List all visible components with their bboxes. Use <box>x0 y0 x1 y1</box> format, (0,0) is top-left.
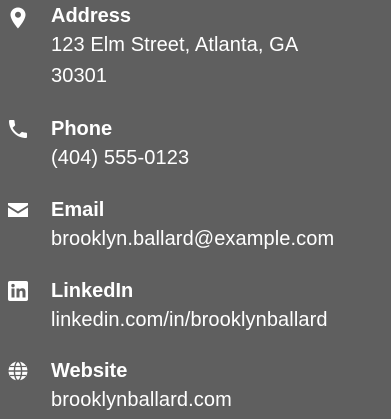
email-value[interactable]: brooklyn.ballard@example.com <box>51 224 391 255</box>
globe-icon <box>6 359 30 383</box>
contact-item-linkedin-text: LinkedIn linkedin.com/in/brooklynballard <box>51 279 391 336</box>
linkedin-label: LinkedIn <box>51 280 134 302</box>
map-pin-icon <box>6 6 30 30</box>
website-label: Website <box>51 360 128 382</box>
address-value: 123 Elm Street, Atlanta, GA 30301 <box>51 34 298 87</box>
contact-item-website-text: Website brooklynballard.com <box>51 359 391 416</box>
email-label: Email <box>51 199 105 221</box>
contact-item-address-text: Address 123 Elm Street, Atlanta, GA 3030… <box>51 4 391 92</box>
contact-list: Address 123 Elm Street, Atlanta, GA 3030… <box>0 0 391 419</box>
envelope-icon <box>6 198 30 222</box>
website-value[interactable]: brooklynballard.com <box>51 385 391 416</box>
phone-label: Phone <box>51 118 113 140</box>
contact-item-email-text: Email brooklyn.ballard@example.com <box>51 198 391 255</box>
phone-icon <box>6 117 30 141</box>
linkedin-value[interactable]: linkedin.com/in/brooklynballard <box>51 305 391 336</box>
address-label: Address <box>51 5 132 27</box>
linkedin-icon <box>6 279 30 303</box>
phone-value[interactable]: (404) 555-0123 <box>51 143 391 174</box>
contact-item-phone-text: Phone (404) 555-0123 <box>51 117 391 174</box>
